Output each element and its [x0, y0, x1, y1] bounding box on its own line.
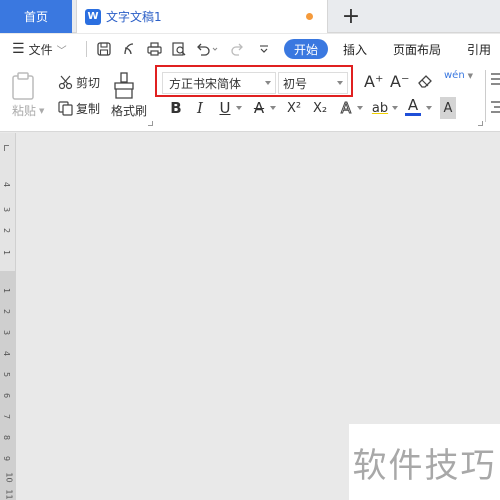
font-size-value: 初号	[283, 76, 308, 91]
tab-insert[interactable]: 插入	[343, 34, 367, 64]
tab-bar: 首页 W 文字文稿1 +	[0, 0, 500, 33]
clear-format-button[interactable]	[417, 73, 433, 89]
unsaved-dot-icon	[306, 13, 313, 20]
copy-label: 复制	[76, 102, 101, 116]
new-tab-button[interactable]: +	[340, 3, 362, 29]
ruler-number: 2	[2, 308, 12, 315]
tab-document[interactable]: W 文字文稿1	[76, 0, 328, 33]
ruler-number: 11	[4, 489, 14, 500]
redo-icon[interactable]	[228, 39, 248, 59]
ruler-number: 1	[2, 249, 12, 256]
phonetic-label: wén	[444, 70, 465, 81]
menu-row: ☰ 文件 ﹀ 开始 插入 页面布局 引用	[0, 34, 500, 64]
shrink-font-button[interactable]: A⁻	[390, 72, 409, 91]
export-pdf-icon[interactable]	[119, 39, 139, 59]
paste-label: 粘贴	[12, 104, 37, 118]
ruler-number: 1	[2, 287, 12, 294]
chevron-down-icon: ﹀	[56, 45, 67, 57]
font-name-value: 方正书宋简体	[169, 76, 242, 91]
format-painter-button[interactable]	[112, 72, 136, 100]
tab-start[interactable]: 开始	[284, 39, 328, 59]
underline-button[interactable]: U	[217, 97, 233, 119]
ruler-page-area	[0, 271, 16, 500]
clipboard-group-launcher[interactable]	[148, 121, 153, 126]
chevron-down-icon	[265, 81, 271, 85]
ruler-number: 3	[2, 206, 12, 213]
chevron-down-icon[interactable]	[357, 106, 363, 110]
file-menu-button[interactable]: ☰ 文件 ﹀	[12, 34, 67, 64]
ruler-number: 4	[2, 181, 12, 188]
format-painter-label: 格式刷	[111, 104, 148, 118]
highlight-button[interactable]: ab	[370, 97, 390, 119]
copy-button[interactable]: 复制	[58, 100, 100, 117]
cut-button[interactable]: 剪切	[58, 74, 100, 91]
chevron-down-icon: ▼	[39, 106, 45, 115]
chevron-down-icon: ▼	[467, 71, 474, 80]
document-title: 文字文稿1	[106, 10, 162, 24]
ruler-number: 2	[2, 227, 12, 234]
paste-dropdown[interactable]: 粘贴 ▼	[12, 102, 44, 119]
copy-icon	[58, 101, 73, 116]
character-shading-button[interactable]: A	[440, 97, 456, 119]
vertical-ruler[interactable]: 4 3 2 1 1 2 3 4 5 6 7 8 9 10 11	[0, 133, 16, 500]
chevron-down-icon[interactable]	[426, 106, 432, 110]
quick-access-dropdown-icon[interactable]	[254, 39, 274, 59]
print-icon[interactable]	[144, 39, 164, 59]
save-icon[interactable]	[94, 39, 114, 59]
ruler-number: 5	[2, 371, 12, 378]
writer-doc-icon: W	[85, 8, 101, 25]
list-icon[interactable]	[490, 72, 500, 86]
watermark-logo: 软件技巧	[349, 424, 500, 500]
bold-button[interactable]: B	[168, 97, 184, 119]
font-size-select[interactable]: 初号	[278, 72, 348, 94]
eraser-icon	[418, 75, 432, 88]
divider	[485, 70, 486, 122]
text-effect-button[interactable]: A	[338, 97, 354, 119]
file-menu-label: 文件	[28, 42, 53, 57]
cut-label: 剪切	[76, 76, 101, 90]
chevron-down-icon[interactable]	[270, 106, 276, 110]
chevron-down-icon	[337, 81, 343, 85]
tab-home[interactable]: 首页	[0, 0, 72, 33]
ruler-number: 4	[2, 350, 12, 357]
undo-icon[interactable]	[194, 39, 220, 59]
ruler-number: 9	[2, 455, 12, 462]
chevron-down-icon[interactable]	[392, 106, 398, 110]
chevron-down-icon[interactable]	[236, 106, 242, 110]
tab-page-layout[interactable]: 页面布局	[393, 34, 441, 64]
tab-home-label: 首页	[23, 10, 48, 24]
paragraph-icon[interactable]	[490, 100, 500, 114]
format-painter-icon	[114, 72, 134, 99]
font-group-launcher[interactable]	[478, 121, 483, 126]
ruler-number: 3	[2, 329, 12, 336]
superscript-button[interactable]: X²	[283, 97, 305, 119]
subscript-button[interactable]: X₂	[309, 97, 331, 119]
font-color-button[interactable]: A	[405, 96, 421, 116]
ribbon: 粘贴 ▼ 剪切 复制 格式刷 方正书宋简体 初号 A⁺ A⁻ wén ▼	[0, 64, 500, 132]
ruler-number: 8	[2, 434, 12, 441]
phonetic-guide-button[interactable]: wén ▼	[444, 70, 473, 81]
ruler-number: 6	[2, 392, 12, 399]
divider	[86, 41, 87, 57]
hamburger-icon: ☰	[12, 41, 25, 57]
ruler-number: 10	[4, 472, 14, 483]
paste-button[interactable]	[10, 72, 36, 100]
italic-button[interactable]: I	[192, 97, 208, 119]
margin-marker-icon	[4, 145, 9, 151]
scissors-icon	[58, 75, 73, 90]
paste-icon	[12, 72, 34, 100]
tab-reference[interactable]: 引用	[467, 34, 491, 64]
ruler-number: 7	[2, 413, 12, 420]
font-name-select[interactable]: 方正书宋简体	[162, 72, 276, 94]
strikethrough-button[interactable]: A	[251, 97, 267, 119]
print-preview-icon[interactable]	[169, 39, 189, 59]
grow-font-button[interactable]: A⁺	[364, 72, 383, 91]
